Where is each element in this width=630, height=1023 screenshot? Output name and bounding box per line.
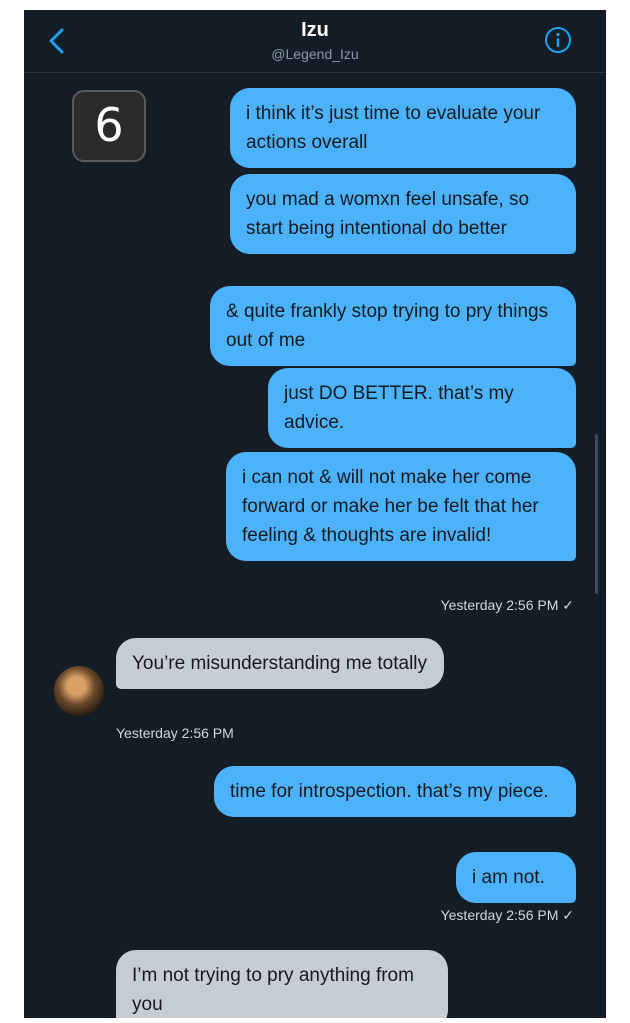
contact-name: Izu [301, 19, 329, 41]
contact-handle: @Legend_Izu [271, 46, 359, 62]
scrollbar[interactable] [595, 434, 598, 594]
message-bubble-outgoing[interactable]: & quite frankly stop trying to pry thing… [210, 286, 576, 366]
message-bubble-outgoing[interactable]: just DO BETTER. that’s my advice. [268, 368, 576, 448]
message-timestamp: Yesterday 2:56 PM ✓ [440, 907, 574, 923]
dm-screen: Izu @Legend_Izu 6 i think it’s just time… [24, 10, 606, 1018]
message-bubble-outgoing[interactable]: i can not & will not make her come forwa… [226, 452, 576, 561]
conversation-header: Izu @Legend_Izu [24, 10, 606, 73]
info-button[interactable] [544, 26, 572, 54]
info-icon [545, 27, 571, 53]
message-bubble-outgoing[interactable]: time for introspection. that’s my piece. [214, 766, 576, 817]
message-bubble-outgoing[interactable]: i am not. [456, 852, 576, 903]
count-badge: 6 [72, 90, 146, 162]
message-bubble-incoming[interactable]: You’re misunderstanding me totally [116, 638, 444, 689]
message-timestamp: Yesterday 2:56 PM [116, 725, 234, 741]
message-bubble-outgoing[interactable]: i think it’s just time to evaluate your … [230, 88, 576, 168]
message-bubble-incoming[interactable]: I’m not trying to pry anything from you [116, 950, 448, 1018]
message-timestamp: Yesterday 2:56 PM ✓ [440, 597, 574, 613]
message-bubble-outgoing[interactable]: you mad a womxn feel unsafe, so start be… [230, 174, 576, 254]
avatar[interactable] [54, 666, 104, 716]
